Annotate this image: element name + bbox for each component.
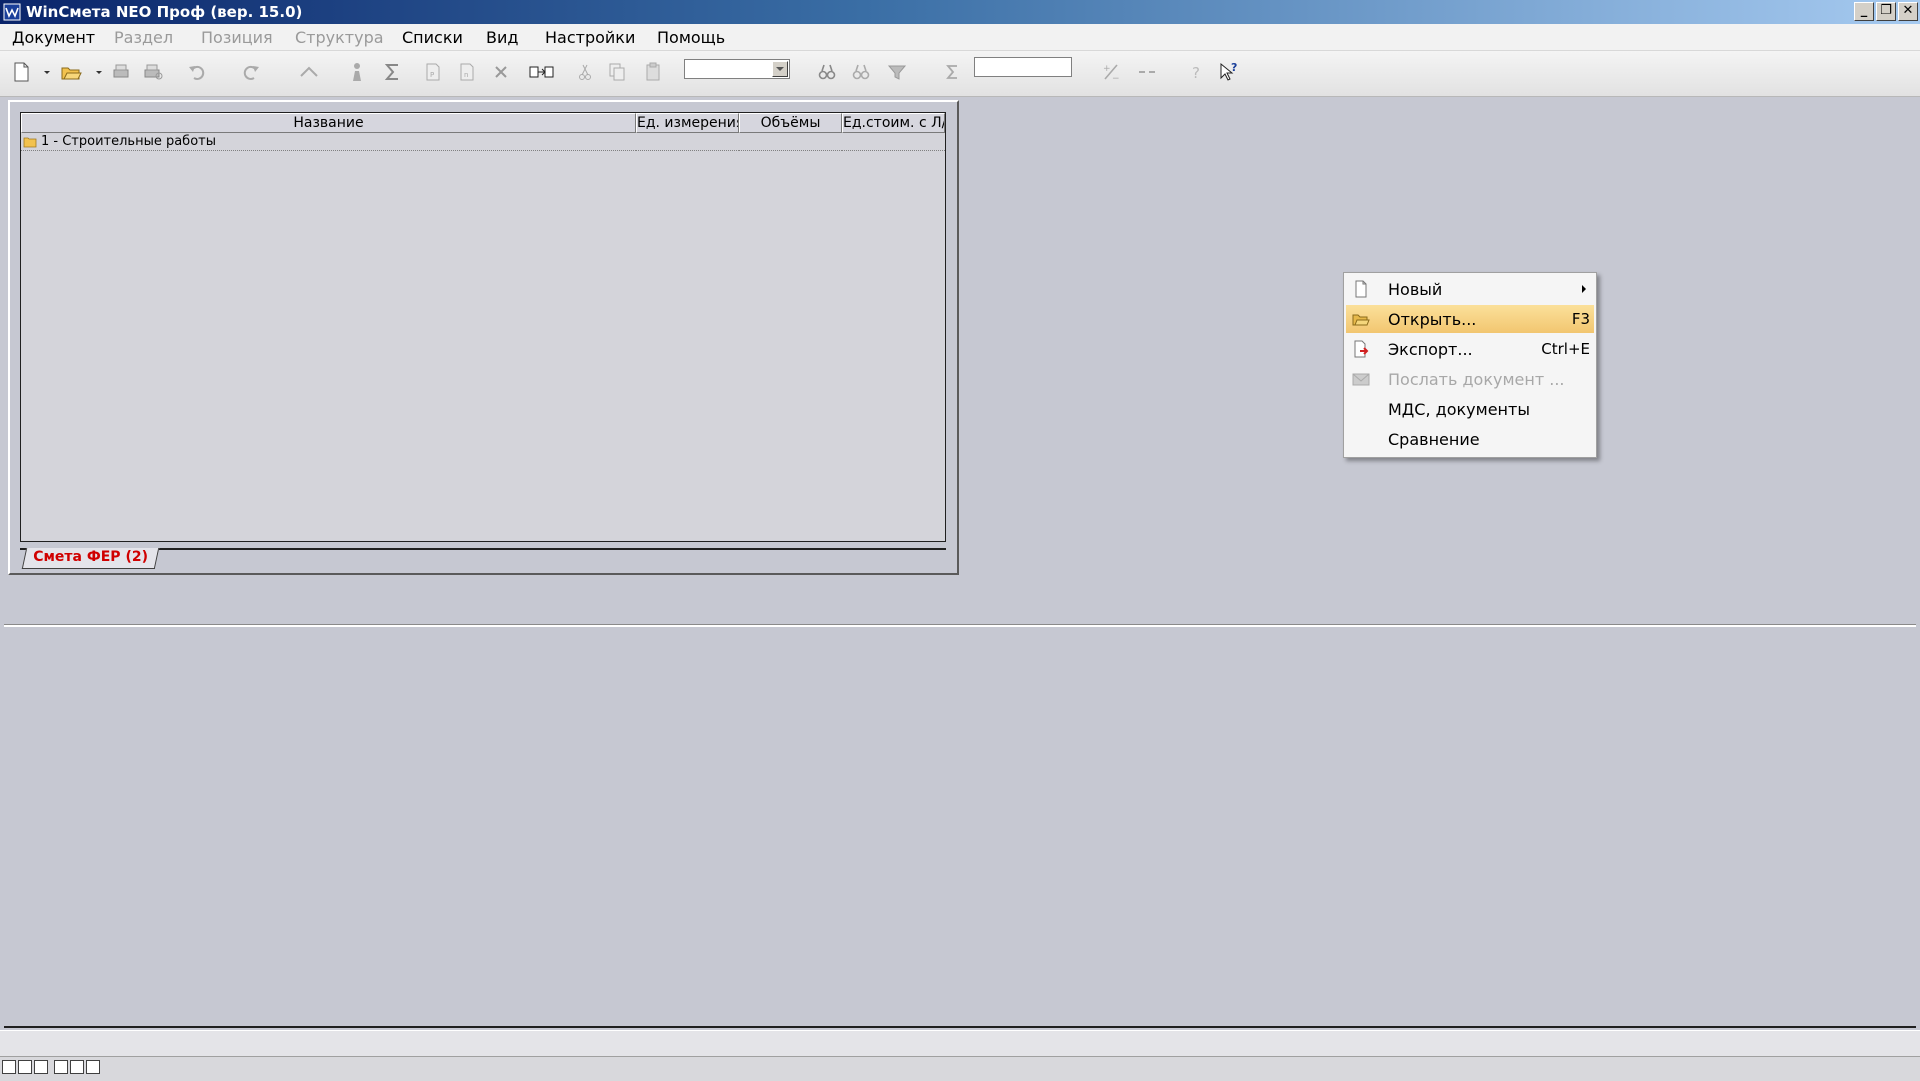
envelope-icon	[1352, 373, 1370, 386]
open-folder-icon[interactable]	[60, 61, 82, 83]
menu-lists[interactable]: Списки	[402, 28, 463, 47]
folder-icon	[23, 137, 37, 148]
page-n-icon[interactable]: n	[456, 61, 478, 83]
grid-header: Название Ед. измерения Объёмы Ед.стоим. …	[21, 113, 945, 133]
context-help-icon[interactable]: ?	[1218, 61, 1240, 83]
menu-item-label: Сравнение	[1388, 430, 1480, 449]
column-unit[interactable]: Ед. измерения	[636, 113, 739, 133]
context-menu: Новый Открыть... F3 Экспорт... Ctrl+E По…	[1343, 272, 1597, 458]
close-button[interactable]: ✕	[1898, 2, 1918, 21]
row-name-cell: 1 - Строительные работы	[21, 133, 636, 151]
tab-smeta-fer[interactable]: Смета ФЕР (2)	[21, 548, 160, 569]
print-icon[interactable]	[110, 61, 132, 83]
row-volume-cell	[739, 133, 842, 151]
worker-icon[interactable]	[346, 61, 368, 83]
menu-structure[interactable]: Структура	[295, 28, 384, 47]
chevron-down-icon[interactable]	[772, 61, 788, 77]
search-input[interactable]	[974, 57, 1072, 77]
layout-2-icon[interactable]	[18, 1060, 32, 1074]
find-next-icon[interactable]	[850, 61, 872, 83]
new-dropdown-icon[interactable]	[36, 61, 50, 83]
document-panel: Название Ед. измерения Объёмы Ед.стоим. …	[8, 100, 959, 575]
open-folder-icon	[1352, 314, 1370, 326]
svg-text:n: n	[464, 71, 468, 79]
open-dropdown-icon[interactable]	[88, 61, 102, 83]
menu-settings[interactable]: Настройки	[545, 28, 635, 47]
submenu-arrow-icon	[1582, 285, 1586, 293]
menu-item-export[interactable]: Экспорт... Ctrl+E	[1346, 335, 1594, 363]
menu-item-shortcut: Ctrl+E	[1541, 340, 1590, 358]
minimize-button[interactable]: _	[1854, 2, 1874, 21]
binoculars-icon[interactable]	[816, 61, 838, 83]
layout-1-icon[interactable]	[2, 1060, 16, 1074]
svg-text:+: +	[1103, 64, 1111, 74]
help-icon[interactable]: ?	[1186, 61, 1208, 83]
svg-text:?: ?	[1192, 64, 1200, 82]
app-logo-icon	[3, 3, 21, 21]
menu-item-compare[interactable]: Сравнение	[1346, 425, 1594, 453]
delete-icon[interactable]	[490, 61, 512, 83]
row-unit-cost-cell	[842, 133, 945, 151]
minus-minus-icon[interactable]	[1136, 61, 1158, 83]
menu-item-label: Новый	[1388, 280, 1443, 299]
menu-section[interactable]: Раздел	[114, 28, 173, 47]
export-icon	[1354, 340, 1369, 358]
move-pages-icon[interactable]	[528, 61, 556, 83]
menu-item-label: Экспорт...	[1388, 340, 1473, 359]
table-row[interactable]: 1 - Строительные работы	[21, 133, 945, 151]
menu-position[interactable]: Позиция	[201, 28, 273, 47]
menu-item-open[interactable]: Открыть... F3	[1346, 305, 1594, 333]
menu-item-label: Открыть...	[1388, 310, 1477, 329]
copy-icon[interactable]	[606, 61, 628, 83]
column-name[interactable]: Название	[21, 113, 636, 133]
sum-search-icon[interactable]	[942, 61, 964, 83]
redo-icon[interactable]	[240, 61, 262, 83]
column-volume[interactable]: Объёмы	[739, 113, 842, 133]
menu-item-send-document[interactable]: Послать документ ...	[1346, 365, 1594, 393]
percent-icon[interactable]: + −	[1100, 61, 1122, 83]
layout-6-icon[interactable]	[86, 1060, 100, 1074]
window-title: WinСмета NEO Проф (вер. 15.0)	[26, 3, 303, 21]
restore-button[interactable]: ❐	[1876, 2, 1896, 21]
status-bar	[0, 1030, 1920, 1057]
tab-label: Смета ФЕР (2)	[33, 549, 148, 565]
bottom-bar	[0, 1056, 1920, 1081]
menu-item-shortcut: F3	[1571, 310, 1590, 328]
lower-pane	[4, 628, 1916, 1026]
splitter[interactable]	[4, 624, 1916, 627]
menu-help[interactable]: Помощь	[657, 28, 725, 47]
menu-document[interactable]: Документ	[12, 28, 95, 47]
svg-text:?: ?	[1231, 61, 1237, 74]
toolbar: P n + − ? ?	[0, 51, 1920, 97]
layout-3-icon[interactable]	[34, 1060, 48, 1074]
menu-item-label: МДС, документы	[1388, 400, 1530, 419]
menu-view[interactable]: Вид	[486, 28, 518, 47]
menu-item-label: Послать документ ...	[1388, 370, 1565, 389]
row-unit-cell	[636, 133, 739, 151]
menu-bar: Документ Раздел Позиция Структура Списки…	[0, 24, 1920, 51]
new-document-icon[interactable]	[10, 61, 32, 83]
estimate-grid[interactable]: Название Ед. измерения Объёмы Ед.стоим. …	[20, 112, 946, 542]
sheet-tabs: Смета ФЕР (2)	[20, 548, 946, 572]
toolbar-combo[interactable]	[684, 59, 790, 79]
svg-text:P: P	[430, 71, 434, 79]
undo-icon[interactable]	[186, 61, 208, 83]
sum-icon[interactable]	[382, 61, 404, 83]
layout-4-icon[interactable]	[54, 1060, 68, 1074]
row-name-text: 1 - Строительные работы	[41, 134, 216, 149]
divider	[4, 1026, 1916, 1028]
layout-5-icon[interactable]	[70, 1060, 84, 1074]
paste-icon[interactable]	[642, 61, 664, 83]
smu-icon[interactable]	[298, 61, 320, 83]
page-p-icon[interactable]: P	[422, 61, 444, 83]
cut-icon[interactable]	[574, 61, 596, 83]
menu-item-new[interactable]: Новый	[1346, 275, 1594, 303]
print-preview-icon[interactable]	[142, 61, 164, 83]
new-document-icon	[1355, 280, 1367, 298]
filter-icon[interactable]	[886, 61, 908, 83]
title-bar[interactable]: WinСмета NEO Проф (вер. 15.0) _ ❐ ✕	[0, 0, 1920, 24]
menu-item-mds-documents[interactable]: МДС, документы	[1346, 395, 1594, 423]
svg-text:−: −	[1112, 74, 1120, 83]
column-unit-cost[interactable]: Ед.стоим. с Л/З	[842, 113, 945, 133]
